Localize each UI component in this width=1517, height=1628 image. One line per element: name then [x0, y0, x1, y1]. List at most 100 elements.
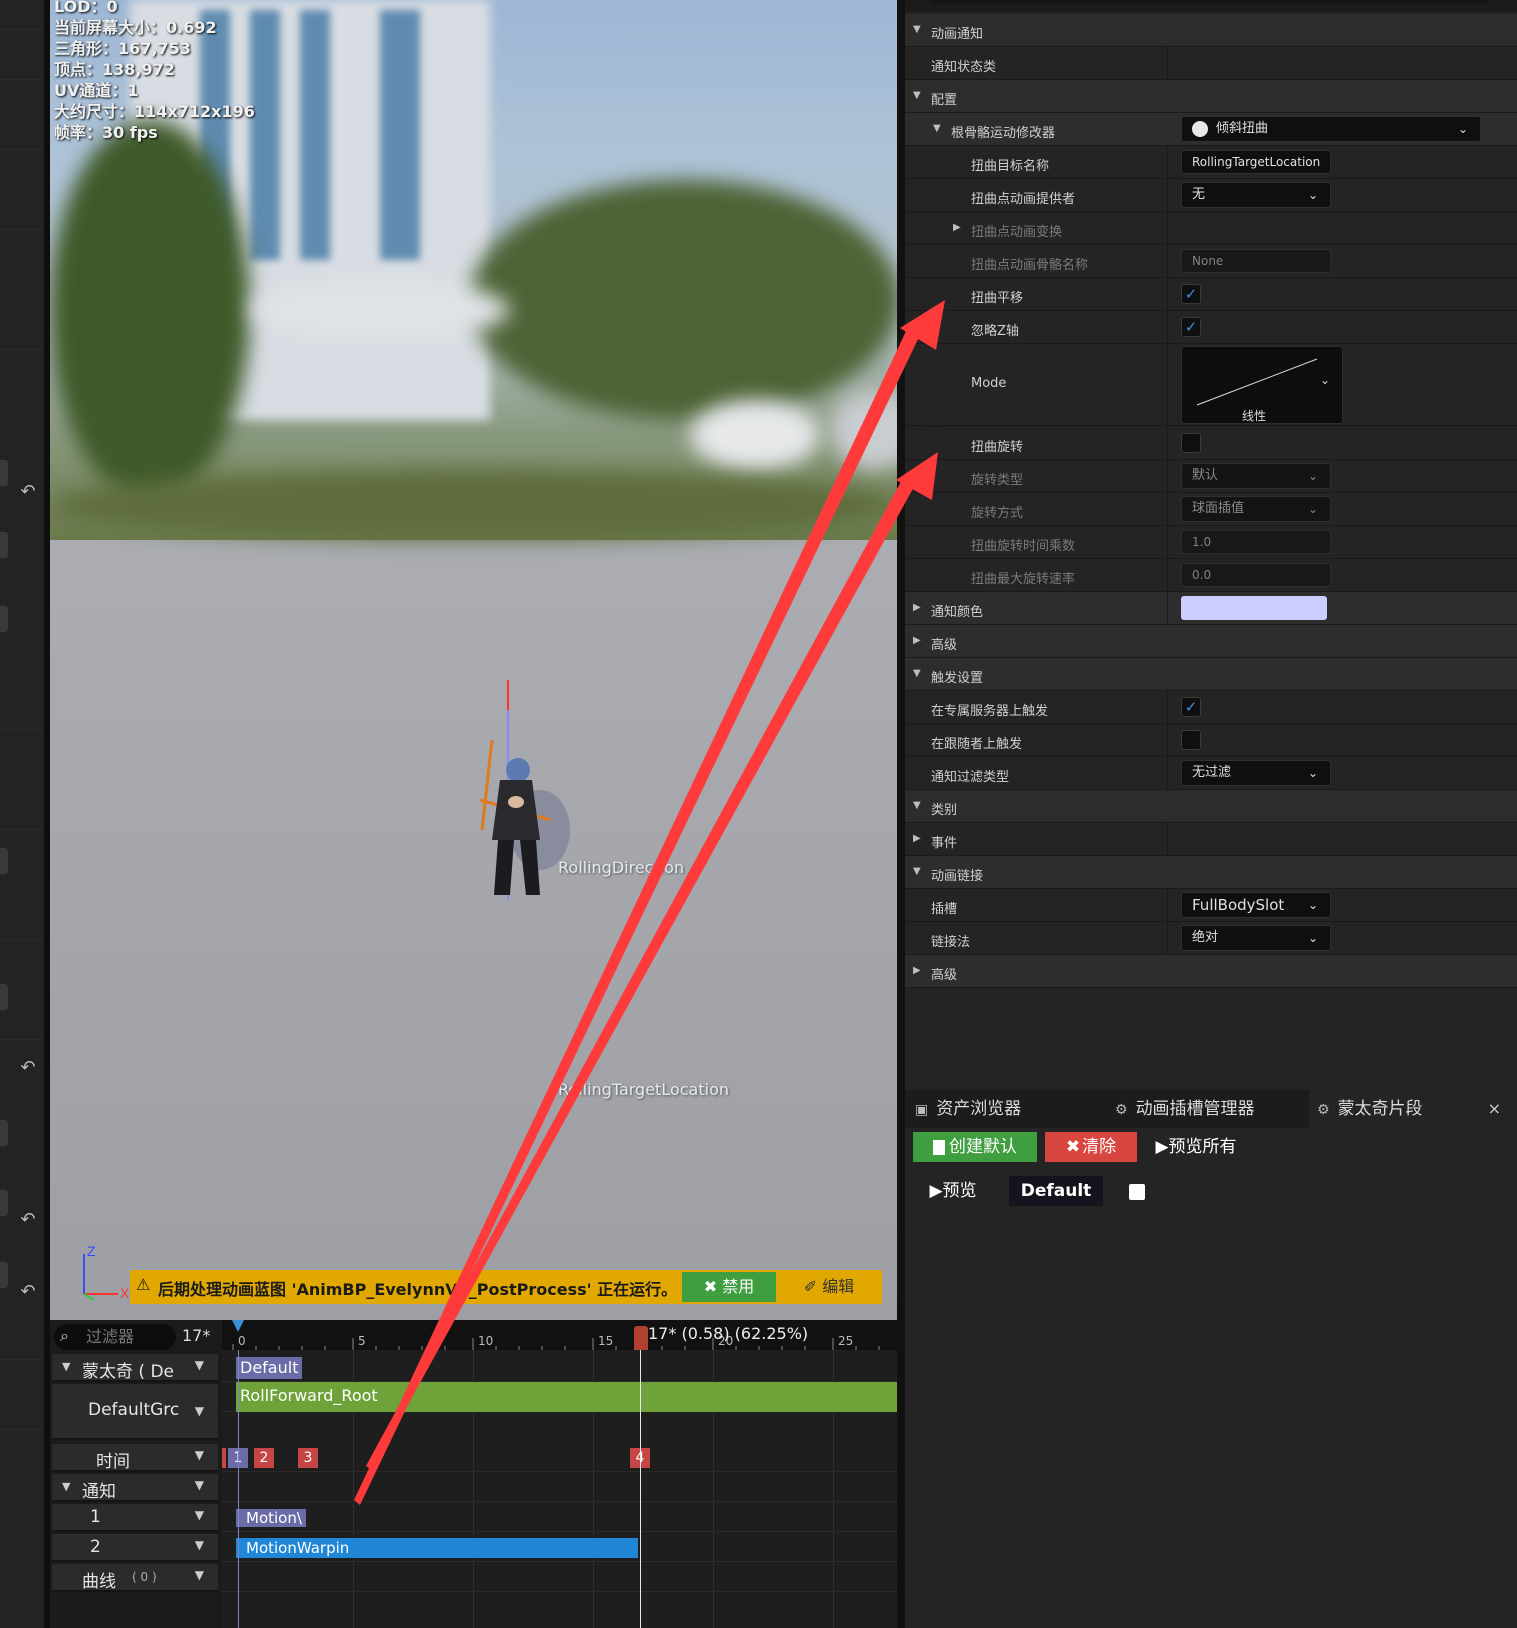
- track-row-group[interactable]: DefaultGrc ▼: [52, 1384, 218, 1440]
- left-strip-handle[interactable]: [0, 1262, 8, 1288]
- left-strip-handle[interactable]: [0, 606, 8, 632]
- dropdown-arrow-icon[interactable]: ▼: [195, 1538, 204, 1552]
- notify-track-1: Motion\: [222, 1504, 897, 1532]
- playhead-handle[interactable]: [634, 1326, 648, 1350]
- track-row-curves[interactable]: 曲线 ( 0 ) ▼: [52, 1564, 218, 1592]
- link-method-dropdown[interactable]: 绝对 ⌄: [1181, 925, 1331, 951]
- warp-target-name-input[interactable]: RollingTargetLocation: [1181, 150, 1331, 174]
- reset-arrow-icon[interactable]: ↶: [16, 1280, 40, 1304]
- track-row-notify-1[interactable]: 1 ▼: [52, 1504, 218, 1532]
- modifier-class-dropdown[interactable]: 倾斜扭曲 ⌄: [1181, 116, 1481, 142]
- clear-button[interactable]: ✖ 清除: [1045, 1132, 1137, 1162]
- expand-arrow-icon[interactable]: ▶: [913, 833, 921, 844]
- track-row-notify-2[interactable]: 2 ▼: [52, 1534, 218, 1562]
- right-splitter[interactable]: [897, 0, 905, 1628]
- row-label: 扭曲平移: [971, 291, 1024, 306]
- time-marker[interactable]: 2: [254, 1448, 274, 1468]
- collapse-arrow-icon[interactable]: ▼: [913, 24, 921, 35]
- category-anim-link[interactable]: ▼ 动画链接: [905, 856, 1517, 889]
- dropdown-arrow-icon[interactable]: ▼: [195, 1478, 204, 1492]
- category-category[interactable]: ▼ 类别: [905, 790, 1517, 823]
- category-advanced-2[interactable]: ▶ 高级: [905, 955, 1517, 988]
- close-icon[interactable]: ×: [1488, 1099, 1501, 1118]
- expand-arrow-icon[interactable]: ▶: [953, 222, 961, 233]
- preview-viewport[interactable]: LOD：0 当前屏幕大小：0.692 三角形：167,753 顶点：138,97…: [50, 0, 897, 1320]
- category-anim-notify[interactable]: ▼ 动画通知: [905, 14, 1517, 47]
- collapse-arrow-icon[interactable]: ▼: [62, 1480, 70, 1493]
- row-warp-point-transform: ▶ 扭曲点动画变换: [905, 212, 1517, 245]
- dropdown-arrow-icon[interactable]: ▼: [195, 1568, 204, 1582]
- left-strip-handle[interactable]: [0, 1120, 8, 1146]
- chevron-down-icon: ⌄: [1307, 469, 1318, 483]
- timeline-tracks[interactable]: 0 5 10 15 20 25 17* (0.58) (62.25%) Defa…: [222, 1320, 897, 1628]
- frame-field[interactable]: 17*: [182, 1326, 210, 1345]
- easing-mode-picker[interactable]: ⌄ 线性: [1181, 346, 1343, 424]
- left-strip-handle[interactable]: [0, 848, 8, 874]
- track-row-montage[interactable]: ▼ 蒙太奇 ( De ▼: [52, 1354, 218, 1382]
- left-strip-handle[interactable]: [0, 1190, 8, 1216]
- create-default-button[interactable]: 创建默认: [913, 1132, 1037, 1162]
- warp-point-provider-dropdown[interactable]: 无 ⌄: [1181, 182, 1331, 208]
- rotation-type-dropdown[interactable]: 默认 ⌄: [1181, 463, 1331, 489]
- row-root-motion-modifier[interactable]: ▼ 根骨骼运动修改器 倾斜扭曲 ⌄: [905, 113, 1517, 146]
- rotation-time-multiplier-input[interactable]: 1.0: [1181, 530, 1331, 554]
- expand-arrow-icon[interactable]: ▶: [913, 635, 921, 646]
- section-checkbox[interactable]: [1129, 1184, 1145, 1200]
- trigger-on-follower-checkbox[interactable]: [1181, 730, 1201, 750]
- reset-arrow-icon[interactable]: ↶: [16, 1208, 40, 1232]
- notify-filter-dropdown[interactable]: 无过滤 ⌄: [1181, 760, 1331, 786]
- trigger-on-server-checkbox[interactable]: ✓: [1181, 697, 1201, 717]
- dropdown-arrow-icon[interactable]: ▼: [195, 1448, 204, 1462]
- reset-arrow-icon[interactable]: ↶: [16, 480, 40, 504]
- category-advanced[interactable]: ▶ 高级: [905, 625, 1517, 658]
- collapse-arrow-icon[interactable]: ▼: [913, 866, 921, 877]
- preview-all-button[interactable]: ▶预览所有: [1149, 1132, 1243, 1162]
- preview-button[interactable]: ▶预览: [923, 1176, 983, 1206]
- dropdown-arrow-icon[interactable]: ▼: [195, 1508, 204, 1522]
- track-row-time[interactable]: 时间 ▼: [52, 1444, 218, 1472]
- warp-translation-checkbox[interactable]: ✓: [1181, 284, 1201, 304]
- slot-label[interactable]: Default: [236, 1357, 303, 1379]
- collapse-arrow-icon[interactable]: ▼: [62, 1360, 70, 1373]
- tab-asset-browser[interactable]: ▣ 资产浏览器: [915, 1090, 1105, 1128]
- tab-montage-sections[interactable]: ⚙ 蒙太奇片段: [1309, 1090, 1517, 1128]
- left-strip-handle[interactable]: [0, 532, 8, 558]
- collapse-arrow-icon[interactable]: ▼: [933, 123, 941, 134]
- dropdown-arrow-icon[interactable]: ▼: [195, 1358, 204, 1372]
- collapse-arrow-icon[interactable]: ▼: [913, 668, 921, 679]
- left-strip-handle[interactable]: [0, 984, 8, 1010]
- row-notify-color[interactable]: ▶ 通知颜色: [905, 592, 1517, 625]
- category-config[interactable]: ▼ 配置: [905, 80, 1517, 113]
- section-bar[interactable]: RollForward_Root: [236, 1382, 897, 1412]
- track-row-notifies[interactable]: ▼ 通知 ▼: [52, 1474, 218, 1502]
- tab-anim-slot-manager[interactable]: ⚙ 动画插槽管理器: [1115, 1090, 1305, 1128]
- notify-motion-short[interactable]: Motion\: [236, 1509, 306, 1527]
- time-marker[interactable]: 3: [298, 1448, 318, 1468]
- category-trigger-settings[interactable]: ▼ 触发设置: [905, 658, 1517, 691]
- button-label: 预览: [942, 1181, 977, 1201]
- warp-point-bone-input[interactable]: None: [1181, 249, 1331, 273]
- notify-color-swatch[interactable]: [1181, 596, 1327, 620]
- edit-button[interactable]: ✐ 编辑: [780, 1272, 878, 1302]
- column-divider: [1167, 889, 1168, 922]
- collapse-arrow-icon[interactable]: ▼: [913, 800, 921, 811]
- section-default-button[interactable]: Default: [1009, 1176, 1103, 1206]
- range-start-marker[interactable]: [232, 1320, 244, 1332]
- details-search[interactable]: [929, 0, 1489, 4]
- ignore-z-axis-checkbox[interactable]: ✓: [1181, 317, 1201, 337]
- max-rotation-rate-input[interactable]: 0.0: [1181, 563, 1331, 587]
- expand-arrow-icon[interactable]: ▶: [913, 965, 921, 976]
- collapse-arrow-icon[interactable]: ▼: [913, 90, 921, 101]
- disable-button[interactable]: ✖ 禁用: [682, 1272, 776, 1302]
- notify-state-motionwarping[interactable]: MotionWarpin: [236, 1538, 638, 1558]
- dropdown-arrow-icon[interactable]: ▼: [195, 1404, 204, 1418]
- filter-search-input[interactable]: 过滤器: [54, 1324, 176, 1350]
- row-event[interactable]: ▶ 事件: [905, 823, 1517, 856]
- reset-arrow-icon[interactable]: ↶: [16, 1056, 40, 1080]
- rotation-method-dropdown[interactable]: 球面插值 ⌄: [1181, 496, 1331, 522]
- warp-rotation-checkbox[interactable]: [1181, 433, 1201, 453]
- left-strip-handle[interactable]: [0, 460, 8, 486]
- time-ruler[interactable]: 0 5 10 15 20 25 17* (0.58) (62.25%): [222, 1320, 897, 1350]
- expand-arrow-icon[interactable]: ▶: [913, 602, 921, 613]
- slot-dropdown[interactable]: FullBodySlot ⌄: [1181, 892, 1331, 918]
